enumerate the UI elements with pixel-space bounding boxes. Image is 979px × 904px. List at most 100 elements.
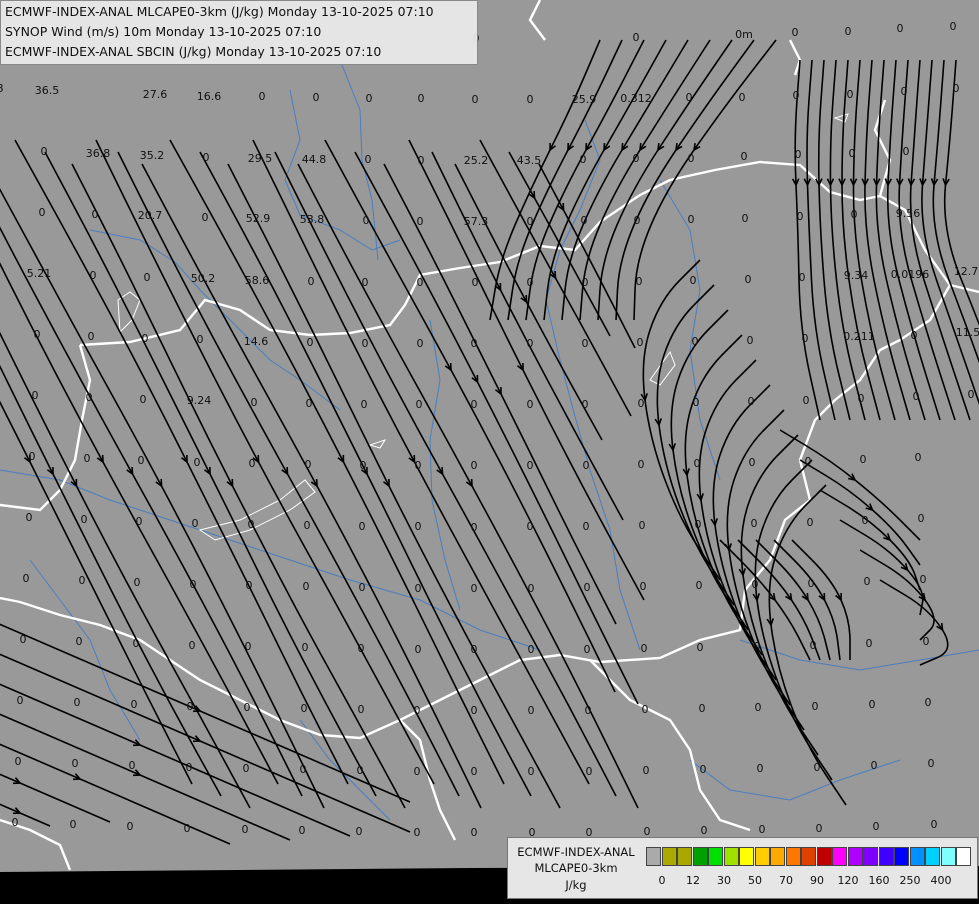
station-value: 14.6	[244, 335, 269, 348]
station-value: 0	[308, 275, 315, 288]
station-value: 0	[696, 579, 703, 592]
station-value: 0	[950, 20, 957, 33]
header-line-mlcape: ECMWF-INDEX-ANAL MLCAPE0-3km (J/kg) Mond…	[5, 4, 434, 19]
station-value: 25.2	[464, 154, 489, 167]
station-value: 8	[0, 82, 4, 95]
station-value: 0	[527, 215, 534, 228]
station-value: 0	[26, 511, 33, 524]
station-value: 0	[847, 88, 854, 101]
legend-title: ECMWF-INDEX-ANAL	[517, 845, 635, 859]
station-value: 0	[799, 271, 806, 284]
station-value: 0	[580, 153, 587, 166]
station-value: 0	[306, 397, 313, 410]
station-value: 0	[190, 578, 197, 591]
station-value: 0	[742, 212, 749, 225]
station-value: 0.211	[843, 330, 875, 343]
station-value: 0	[307, 336, 314, 349]
station-value: 0	[692, 335, 699, 348]
station-value: 0	[32, 389, 39, 402]
station-value: 0	[133, 637, 140, 650]
station-value: 0	[640, 580, 647, 593]
station-value: 0	[472, 276, 479, 289]
station-value: 0	[417, 276, 424, 289]
legend-tick: 120	[837, 874, 859, 887]
station-value: 0	[643, 764, 650, 777]
station-value: 27.6	[143, 88, 168, 101]
station-value: 0	[925, 696, 932, 709]
station-value: 0	[88, 330, 95, 343]
station-value: 58.6	[245, 274, 270, 287]
station-value: 0	[415, 582, 422, 595]
station-value: 0	[471, 398, 478, 411]
station-value: 0	[299, 824, 306, 837]
station-value: 0m	[735, 28, 753, 41]
station-value: 0	[471, 459, 478, 472]
station-value: 0	[694, 457, 701, 470]
legend-tick: 30	[717, 874, 731, 887]
station-value: 0	[302, 641, 309, 654]
station-value: 0	[585, 704, 592, 717]
station-value: 0	[259, 90, 266, 103]
station-value: 0	[140, 393, 147, 406]
station-value: 0	[70, 818, 77, 831]
station-value: 0	[807, 516, 814, 529]
station-value: 0	[417, 215, 424, 228]
station-value: 0	[849, 147, 856, 160]
legend-swatch	[816, 847, 832, 866]
station-value: 0	[583, 520, 590, 533]
station-value: 20.7	[138, 209, 163, 222]
station-value: 0	[871, 759, 878, 772]
station-value: 0	[583, 459, 590, 472]
station-value: 0	[415, 520, 422, 533]
station-value: 0	[471, 582, 478, 595]
station-value: 0	[527, 520, 534, 533]
station-value: 0	[136, 515, 143, 528]
station-value: 0	[92, 208, 99, 221]
station-value: 0	[701, 824, 708, 837]
station-value: 0	[20, 633, 27, 646]
station-value: 0	[528, 582, 535, 595]
station-value: 0	[365, 153, 372, 166]
station-value: 0	[313, 91, 320, 104]
station-value: 0	[186, 761, 193, 774]
station-value: 0	[74, 696, 81, 709]
legend-tick: 70	[779, 874, 793, 887]
station-value: 0	[637, 336, 644, 349]
station-value: 0	[864, 575, 871, 588]
station-value: 0	[414, 826, 421, 839]
station-value: 0	[873, 820, 880, 833]
map-header: ECMWF-INDEX-ANAL MLCAPE0-3km (J/kg) Mond…	[0, 0, 478, 65]
station-value: 0	[246, 579, 253, 592]
station-value: 0	[142, 332, 149, 345]
station-value: 0	[90, 269, 97, 282]
legend-swatch	[677, 847, 692, 866]
station-value: 0	[23, 572, 30, 585]
station-value: 0	[897, 22, 904, 35]
station-value: 0	[582, 276, 589, 289]
legend-tick: 250	[899, 874, 921, 887]
legend-tick: 12	[686, 874, 700, 887]
station-value: 0	[759, 823, 766, 836]
station-value: 0.0196	[891, 268, 930, 281]
station-value: 0	[527, 337, 534, 350]
station-value: 0	[808, 577, 815, 590]
station-value: 0	[418, 92, 425, 105]
station-value: 0	[638, 397, 645, 410]
station-value: 0	[249, 457, 256, 470]
station-value: 0	[361, 398, 368, 411]
station-value: 0	[634, 214, 641, 227]
station-value: 0	[869, 698, 876, 711]
legend-swatch	[909, 847, 925, 866]
station-value: 0	[366, 92, 373, 105]
station-value: 12.7	[954, 265, 979, 278]
station-value: 0	[641, 642, 648, 655]
legend-variable: MLCAPE0-3km	[534, 861, 618, 875]
station-value: 0	[84, 452, 91, 465]
legend-tick: 50	[748, 874, 762, 887]
legend-unit: J/kg	[565, 878, 587, 892]
station-value: 0	[131, 698, 138, 711]
station-value: 0	[797, 210, 804, 223]
station-value: 11.5	[956, 326, 979, 339]
station-value: 0	[745, 273, 752, 286]
station-value: 50.2	[191, 272, 216, 285]
